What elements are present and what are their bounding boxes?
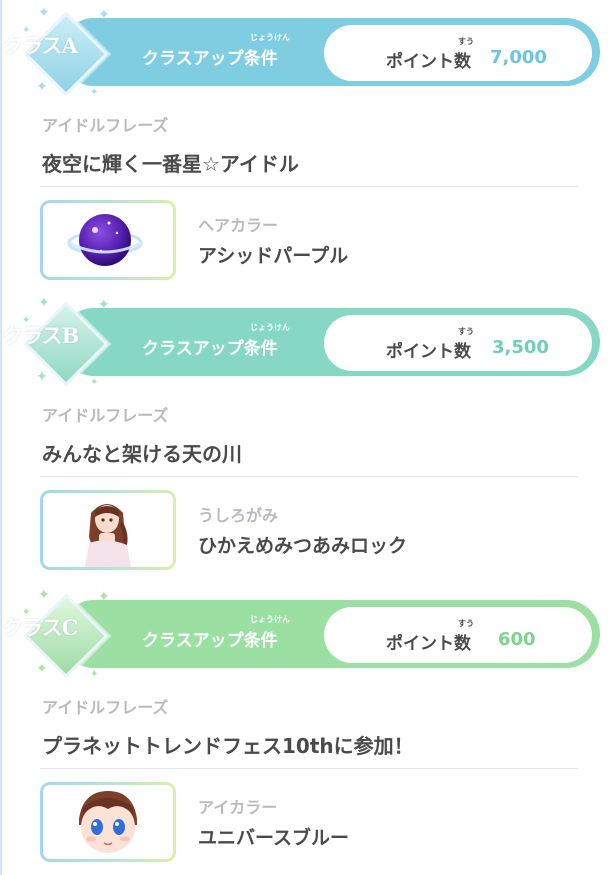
points-ruby: すう [458, 327, 474, 336]
reward-item-thumbnail[interactable] [40, 782, 176, 862]
idol-phrase-label: アイドルフレーズ [42, 116, 169, 135]
item-category: ヘアカラー [198, 216, 279, 235]
points-value: 7,000 [490, 47, 547, 68]
item-category: うしろがみ [198, 506, 279, 525]
sparkle-icon: ✦ [36, 661, 48, 677]
points-ruby: すう [458, 619, 474, 628]
sparkle-icon: ✦ [98, 589, 110, 605]
purple-orb-icon [67, 214, 143, 266]
divider [40, 768, 578, 769]
reward-item-thumbnail[interactable] [40, 200, 176, 280]
item-name: アシッドパープル [198, 245, 349, 267]
sparkle-icon: ✦ [38, 295, 50, 311]
class-section-c: ✦ ✦ ✦ ✦ ✦ クラスC クラスアップ条件 じょうけん ポイント数 すう 6… [0, 582, 615, 872]
class-section-a: ✦ ✦ ✦ ✦ ✦ クラスA クラスアップ条件 じょうけん ポイント数 すう 7… [0, 0, 615, 290]
sparkle-icon: ✦ [38, 587, 50, 603]
condition-ruby: じょうけん [250, 323, 290, 332]
class-up-condition-label: クラスアップ条件 じょうけん [142, 615, 290, 651]
idol-phrase: プラネットトレンドフェス10thに参加！ [42, 734, 414, 758]
points-label: ポイント数 すう [386, 37, 474, 72]
points-value: 600 [498, 629, 536, 650]
condition-ruby: じょうけん [250, 33, 290, 42]
class-label: クラスB [2, 323, 79, 348]
sparkle-icon: ✦ [90, 669, 99, 680]
class-label: クラスA [2, 33, 78, 58]
class-label: クラスC [2, 615, 78, 640]
points-label: ポイント数 すう [386, 619, 474, 654]
class-up-condition-label: クラスアップ条件 じょうけん [142, 33, 290, 69]
points-value: 3,500 [492, 337, 549, 358]
item-category: アイカラー [198, 798, 278, 817]
item-name: ひかえめみつあみロック [198, 535, 408, 557]
divider [40, 186, 578, 187]
sparkle-icon: ✦ [36, 79, 48, 95]
idol-phrase-label: アイドルフレーズ [42, 406, 169, 425]
braided-hair-avatar-icon [85, 504, 131, 567]
sparkle-icon: ✦ [36, 369, 48, 385]
idol-phrase: みんなと架ける天の川 [42, 442, 242, 466]
class-up-condition-label: クラスアップ条件 じょうけん [142, 323, 290, 359]
sparkle-icon: ✦ [38, 5, 50, 21]
item-name: ユニバースブルー [198, 827, 350, 849]
idol-phrase-label: アイドルフレーズ [42, 698, 169, 717]
sparkle-icon: ✦ [98, 297, 110, 313]
class-section-b: ✦ ✦ ✦ ✦ ✦ クラスB クラスアップ条件 じょうけん ポイント数 すう 3… [0, 290, 615, 580]
blue-eyes-face-icon [79, 791, 137, 853]
reward-item-thumbnail[interactable] [40, 490, 176, 570]
sparkle-icon: ✦ [90, 87, 99, 98]
points-ruby: すう [458, 37, 474, 46]
condition-ruby: じょうけん [250, 615, 290, 624]
divider [40, 476, 578, 477]
points-label: ポイント数 すう [386, 327, 474, 362]
sparkle-icon: ✦ [98, 7, 110, 23]
idol-phrase: 夜空に輝く一番星☆アイドル [42, 152, 299, 176]
sparkle-icon: ✦ [90, 377, 99, 388]
